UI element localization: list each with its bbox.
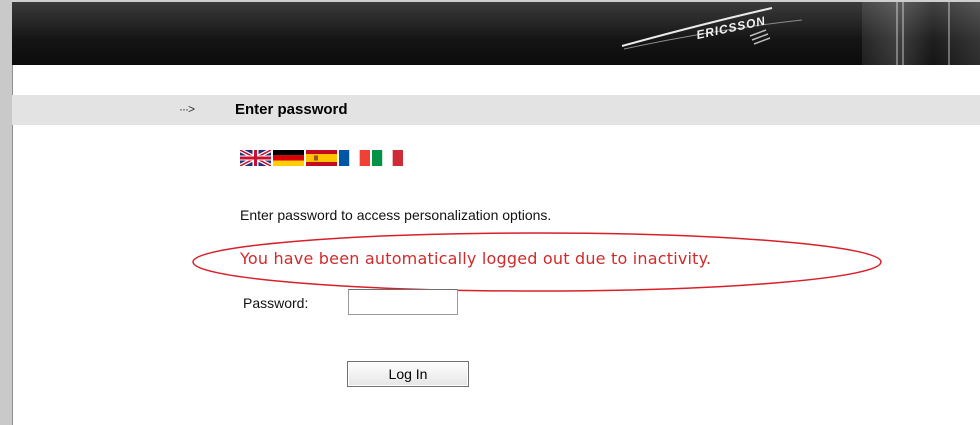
flag-germany-icon[interactable]	[273, 150, 304, 166]
password-input[interactable]	[348, 289, 458, 315]
instruction-text: Enter password to access personalization…	[240, 207, 552, 223]
logout-message: You have been automatically logged out d…	[240, 249, 712, 268]
flag-france-icon[interactable]	[339, 150, 370, 166]
password-label: Password:	[243, 295, 309, 311]
flag-italy-icon[interactable]	[372, 150, 403, 166]
flag-spain-icon[interactable]	[306, 150, 337, 166]
page-title: Enter password	[235, 101, 348, 118]
login-button[interactable]: Log In	[347, 361, 469, 387]
dotted-arrow-icon: ···>	[179, 102, 195, 116]
logo-swoosh-graphic	[621, 7, 803, 50]
flag-uk-icon[interactable]	[240, 150, 271, 166]
section-title-bar: ···> Enter password	[12, 95, 980, 125]
header-glass-panel	[862, 2, 980, 65]
language-flags	[240, 150, 403, 166]
header-banner: ERICSSON	[12, 0, 980, 65]
